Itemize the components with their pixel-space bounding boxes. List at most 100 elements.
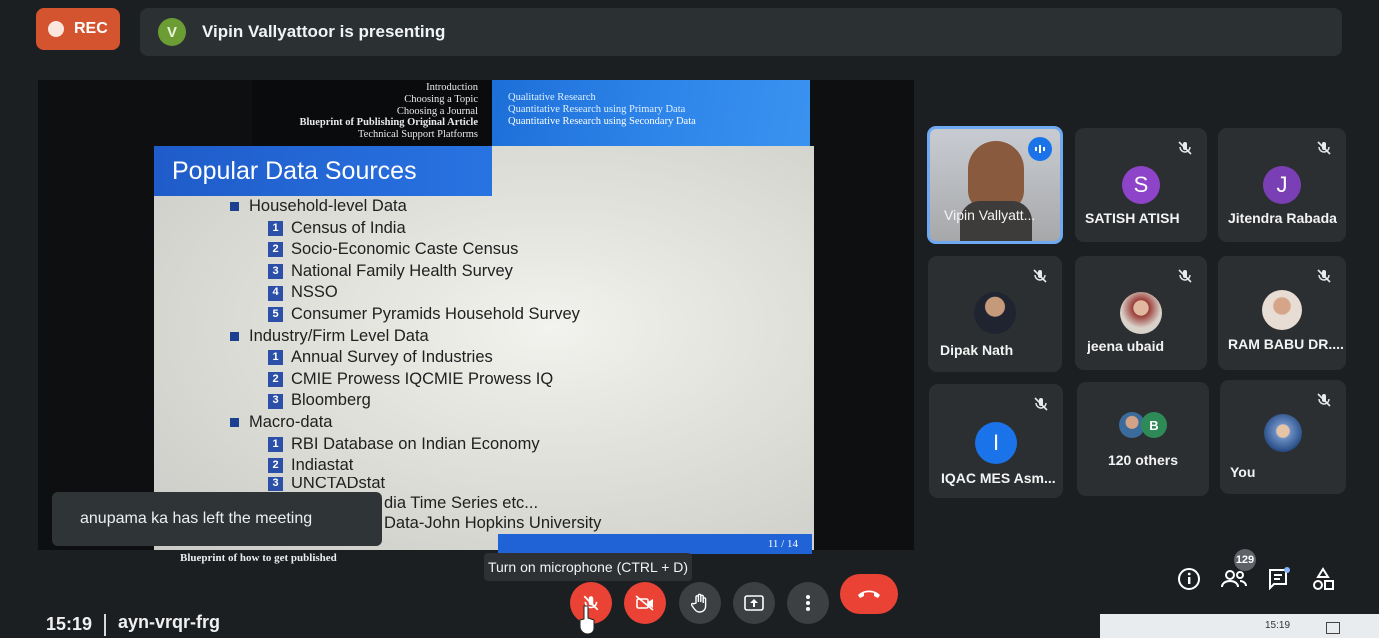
tile-jeena[interactable]: jeena ubaid (1075, 256, 1207, 370)
notification-toast: anupama ka has left the meeting (52, 492, 382, 546)
nav-subsection-current: Quantitative Research using Secondary Da… (508, 115, 696, 127)
category-label: Industry/Firm Level Data (249, 326, 429, 345)
presenter-avatar: V (158, 18, 186, 46)
more-options-icon (806, 595, 810, 611)
more-options-button[interactable] (787, 582, 829, 624)
participant-name: You (1230, 464, 1256, 480)
participant-name: Vipin Vallyatt... (944, 207, 1036, 223)
mic-off-icon (1317, 393, 1331, 407)
list-item-label: CMIE Prowess IQCMIE Prowess IQ (291, 369, 554, 388)
chat-button[interactable] (1266, 566, 1294, 594)
avatar (974, 292, 1016, 334)
notification-icon[interactable] (1326, 622, 1340, 634)
category-label: Macro-data (249, 412, 333, 431)
category-item: Industry/Firm Level Data (230, 326, 580, 348)
nav-section: Choosing a Topic (404, 93, 478, 105)
tile-satish[interactable]: S SATISH ATISH (1075, 128, 1207, 242)
tile-rambabu[interactable]: RAM BABU DR.... (1218, 256, 1346, 370)
people-count-badge: 129 (1234, 549, 1256, 571)
avatar: I (975, 422, 1017, 464)
list-item: 3 National Family Health Survey (230, 261, 580, 283)
presenting-text: Vipin Vallyattoor is presenting (202, 22, 446, 41)
list-item: 4 NSSO (230, 282, 580, 304)
participant-name: jeena ubaid (1087, 338, 1165, 354)
nav-section: Introduction (426, 82, 478, 93)
bullet-icon (230, 418, 239, 428)
mic-off-icon (1178, 141, 1192, 155)
list-item-label: Annual Survey of Industries (291, 348, 493, 367)
others-count: 120 others (1107, 452, 1179, 468)
number-badge: 3 (268, 264, 283, 280)
end-call-icon (858, 590, 880, 598)
activities-button[interactable] (1310, 566, 1338, 594)
list-item-label: Data-John Hopkins University (384, 514, 602, 532)
raise-hand-button[interactable] (679, 582, 721, 624)
list-item: 2 Indiastat (230, 455, 580, 477)
number-badge: 2 (268, 372, 283, 388)
list-item: 5 Consumer Pyramids Household Survey (230, 304, 580, 326)
tile-dipak[interactable]: Dipak Nath (928, 256, 1062, 372)
meeting-code: ayn-vrqr-frg (118, 612, 221, 632)
participant-name: SATISH ATISH (1085, 210, 1180, 226)
nav-subsection: Quantitative Research using Primary Data (508, 103, 686, 115)
mic-off-icon (1178, 269, 1192, 283)
list-item: 2 Socio-Economic Caste Census (230, 239, 580, 261)
list-item: 1 Census of India (230, 218, 580, 240)
tile-others[interactable]: B 120 others (1077, 382, 1209, 496)
info-icon (1178, 568, 1200, 590)
nav-section-current: Blueprint of Publishing Original Article (299, 117, 478, 129)
speaking-indicator-icon (1028, 137, 1052, 161)
list-item-label: NSSO (291, 283, 338, 302)
mic-off-icon (1034, 397, 1048, 411)
nav-section: Technical Support Platforms (358, 129, 478, 141)
avatar: B (1141, 412, 1167, 438)
system-taskbar: 15:19 (1100, 614, 1379, 638)
system-time: 15:19 (1265, 620, 1291, 631)
number-badge: 2 (268, 458, 283, 474)
participant-name: Dipak Nath (940, 342, 1014, 358)
tile-you[interactable]: You (1220, 380, 1346, 494)
bullet-icon (230, 202, 239, 212)
number-badge: 2 (268, 242, 283, 258)
tile-presenter[interactable]: Vipin Vallyatt... (927, 126, 1063, 244)
number-badge: 5 (268, 307, 283, 323)
activities-icon (1313, 567, 1334, 590)
present-screen-button[interactable] (733, 582, 775, 624)
avatar (1120, 292, 1162, 334)
camera-toggle-button[interactable] (624, 582, 666, 624)
category-label: Household-level Data (249, 197, 407, 215)
meeting-clock: 15:19 (46, 614, 93, 634)
category-item: Macro-data (230, 412, 580, 434)
number-badge: 3 (268, 476, 283, 491)
slide-section-nav: Introduction Choosing a Topic Choosing a… (252, 80, 492, 146)
list-item-label: Consumer Pyramids Household Survey (291, 304, 580, 323)
avatar: J (1263, 166, 1301, 204)
nav-section: Choosing a Journal (396, 105, 478, 117)
number-badge: 3 (268, 393, 283, 409)
mic-off-icon (1317, 141, 1331, 155)
slide-content: Household-level Data 1 Census of India 2S… (230, 196, 580, 491)
tile-iqac[interactable]: I IQAC MES Asm... (929, 384, 1063, 498)
record-dot-icon (48, 21, 64, 37)
end-call-button[interactable] (840, 574, 898, 614)
number-badge: 1 (268, 220, 283, 236)
list-item-label: Socio-Economic Caste Census (291, 240, 519, 259)
presenting-banner: V Vipin Vallyattoor is presenting (140, 8, 1342, 56)
info-button[interactable] (1176, 566, 1204, 594)
list-item-label: Census of India (291, 218, 406, 237)
participant-name: IQAC MES Asm... (941, 470, 1056, 486)
list-item: 2 CMIE Prowess IQCMIE Prowess IQ (230, 369, 580, 391)
number-badge: 1 (268, 436, 283, 452)
slide-title: Popular Data Sources (154, 146, 492, 196)
divider (104, 614, 106, 636)
list-item: 3 Bloomberg (230, 390, 580, 412)
list-item-label: National Family Health Survey (291, 261, 513, 280)
list-item-label: UNCTADstat (291, 476, 386, 491)
slide-page-number: 11 / 14 (498, 534, 812, 554)
rec-label: REC (74, 20, 108, 37)
mic-off-icon (1033, 269, 1047, 283)
mic-off-icon (1317, 269, 1331, 283)
tile-jitendra[interactable]: J Jitendra Rabada (1218, 128, 1346, 242)
mic-tooltip: Turn on microphone (CTRL + D) (484, 553, 692, 581)
mouse-cursor-icon (578, 604, 596, 635)
